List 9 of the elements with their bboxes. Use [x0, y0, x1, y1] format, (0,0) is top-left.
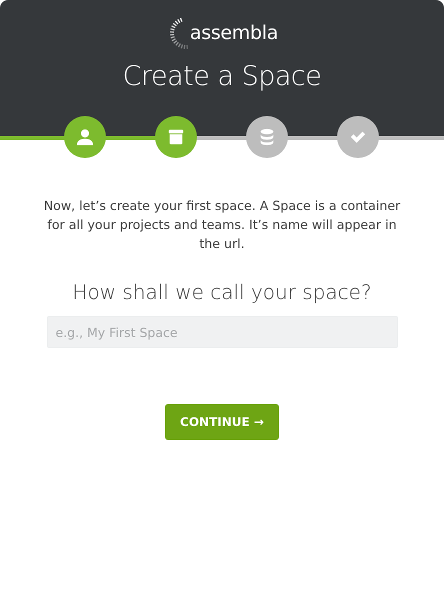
- question-heading: How shall we call your space?: [71, 280, 373, 304]
- logo-text: assembla: [190, 22, 278, 44]
- continue-button[interactable]: CONTINUE →: [165, 404, 279, 440]
- intro-text: Now, let’s create your first space. A Space is a container for all your projects and teams. It’s name will appear in the url.: [42, 197, 402, 253]
- database-icon: [258, 128, 276, 146]
- space-name-field[interactable]: e.g., My First Space: [46, 316, 398, 348]
- person-icon: [76, 128, 94, 146]
- box-icon: [167, 128, 185, 146]
- page-title: Create a Space: [122, 61, 322, 92]
